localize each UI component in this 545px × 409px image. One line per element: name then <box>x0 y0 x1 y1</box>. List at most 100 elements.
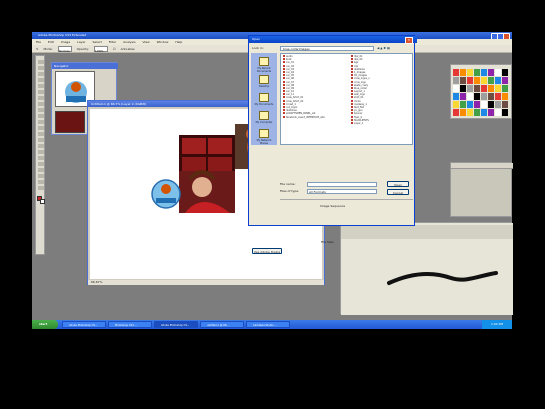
brush-tool-icon[interactable] <box>38 102 44 106</box>
slice-tool-icon[interactable] <box>38 90 44 94</box>
menu-image[interactable]: Image <box>61 40 70 44</box>
desktop-place[interactable]: Desktop <box>254 75 274 88</box>
computer-icon <box>259 111 269 120</box>
color-swatch <box>502 77 508 84</box>
layer-thumbnail[interactable] <box>55 111 85 133</box>
file-icon <box>351 58 353 61</box>
lookin-label: Look in: <box>252 46 264 50</box>
lasso-tool-icon[interactable] <box>38 72 44 76</box>
notes-tool-icon[interactable] <box>38 168 44 172</box>
file-icon <box>283 102 285 105</box>
menu-select[interactable]: Select <box>93 40 102 44</box>
file-list[interactable]: audio boat car_01 car_02 car_03 car_04 car_05 c… <box>280 53 413 145</box>
swatch-grid[interactable] <box>451 65 513 120</box>
open-button[interactable]: Open <box>387 181 409 187</box>
marquee-tool-icon[interactable] <box>38 66 44 70</box>
color-swatch <box>495 109 501 116</box>
menu-help[interactable]: Help <box>175 40 182 44</box>
color-swatch <box>460 93 466 100</box>
file-icon <box>283 80 285 83</box>
crop-tool-icon[interactable] <box>38 84 44 88</box>
stamp-tool-icon[interactable] <box>38 108 44 112</box>
menu-view[interactable]: View <box>142 40 149 44</box>
file-icon <box>351 93 353 96</box>
shape-tool-icon[interactable] <box>38 162 44 166</box>
filename-input[interactable] <box>307 182 377 187</box>
eraser-tool-icon[interactable] <box>38 120 44 124</box>
file-item[interactable]: Layer_1 <box>351 121 370 125</box>
wand-tool-icon[interactable] <box>38 78 44 82</box>
layers-tab[interactable] <box>451 163 513 169</box>
color-swatch <box>467 85 473 92</box>
color-swatch <box>495 69 501 76</box>
menu-edit[interactable]: Edit <box>48 40 54 44</box>
file-item[interactable]: facebook_event_INTERFACE_site <box>283 115 325 119</box>
file-icon <box>351 55 353 57</box>
history-brush-icon[interactable] <box>38 114 44 118</box>
file-icon <box>283 70 285 73</box>
task-item[interactable]: Camtasia Studio ... <box>246 321 290 328</box>
network-places-place[interactable]: My Network Places <box>254 129 274 145</box>
menu-file[interactable]: File <box>36 40 41 44</box>
background-color-swatch[interactable] <box>40 199 45 204</box>
color-swatch <box>495 101 501 108</box>
menu-layer[interactable]: Layer <box>77 40 85 44</box>
color-swatch <box>495 85 501 92</box>
blur-tool-icon[interactable] <box>38 132 44 136</box>
color-swatch <box>502 85 508 92</box>
opacity-field[interactable]: 100% <box>93 46 108 53</box>
path-select-icon[interactable] <box>38 156 44 160</box>
task-item[interactable]: untitled-1 @ 66... <box>200 321 244 328</box>
zoom-tool-icon[interactable] <box>38 186 44 190</box>
filetype-label: Files of type: <box>280 189 300 193</box>
color-swatch <box>495 77 501 84</box>
task-item[interactable]: Photoshop CS3 ... <box>108 321 152 328</box>
file-icon <box>283 61 285 64</box>
color-swatch <box>502 101 508 108</box>
brush-preset-icon[interactable]: ✎ <box>36 47 39 51</box>
dialog-titlebar[interactable]: Open <box>249 36 417 43</box>
menu-filter[interactable]: Filter <box>109 40 116 44</box>
type-tool-icon[interactable] <box>38 150 44 154</box>
hand-tool-icon[interactable] <box>38 180 44 184</box>
brushes-panel <box>340 222 513 315</box>
my-documents-place[interactable]: My Documents <box>254 93 274 106</box>
pen-tool-icon[interactable] <box>38 144 44 148</box>
antialias-checkbox[interactable]: ☑ <box>113 47 116 51</box>
eyedropper-tool-icon[interactable] <box>38 174 44 178</box>
my-computer-place[interactable]: My Computer <box>254 111 274 124</box>
gradient-tool-icon[interactable] <box>38 126 44 130</box>
color-swatch <box>460 101 466 108</box>
file-icon <box>283 96 285 99</box>
move-tool-icon[interactable] <box>38 60 44 64</box>
dialog-close-icon[interactable]: ✕ <box>405 37 413 44</box>
filetype-select[interactable]: All Formats <box>307 189 377 194</box>
mode-select[interactable]: Normal <box>57 46 72 53</box>
file-icon <box>351 90 353 93</box>
dodge-tool-icon[interactable] <box>38 138 44 142</box>
color-swatch <box>474 101 480 108</box>
task-item[interactable]: Adobe Photoshop CS... <box>62 321 106 328</box>
woman-portrait-image <box>179 170 235 213</box>
file-icon <box>351 74 353 77</box>
nav-toolbar-icons[interactable]: ◀ ▲ ✱ ▦ <box>377 46 407 51</box>
file-icon <box>283 67 285 70</box>
task-item-active[interactable]: Adobe Photoshop CS... <box>154 321 198 328</box>
menu-window[interactable]: Window <box>157 40 169 44</box>
file-icon <box>283 86 285 89</box>
file-size-label: File Size: <box>321 240 335 244</box>
use-adobe-dialog-button[interactable]: Use Adobe Dialog <box>252 248 282 254</box>
lookin-select[interactable]: blue-collarimages <box>280 46 374 51</box>
menu-analysis[interactable]: Analysis <box>123 40 135 44</box>
color-swatch <box>488 85 494 92</box>
network-icon <box>259 129 269 138</box>
desktop-icon <box>259 75 269 84</box>
navigator-header[interactable]: Navigator <box>52 63 118 69</box>
cancel-button[interactable]: Cancel <box>387 189 409 195</box>
recent-documents-place[interactable]: My Recent Documents <box>254 57 274 73</box>
heal-tool-icon[interactable] <box>38 96 44 100</box>
file-icon <box>351 83 353 86</box>
file-icon <box>351 96 353 99</box>
color-swatch <box>474 109 480 116</box>
start-button[interactable]: start <box>32 320 58 329</box>
